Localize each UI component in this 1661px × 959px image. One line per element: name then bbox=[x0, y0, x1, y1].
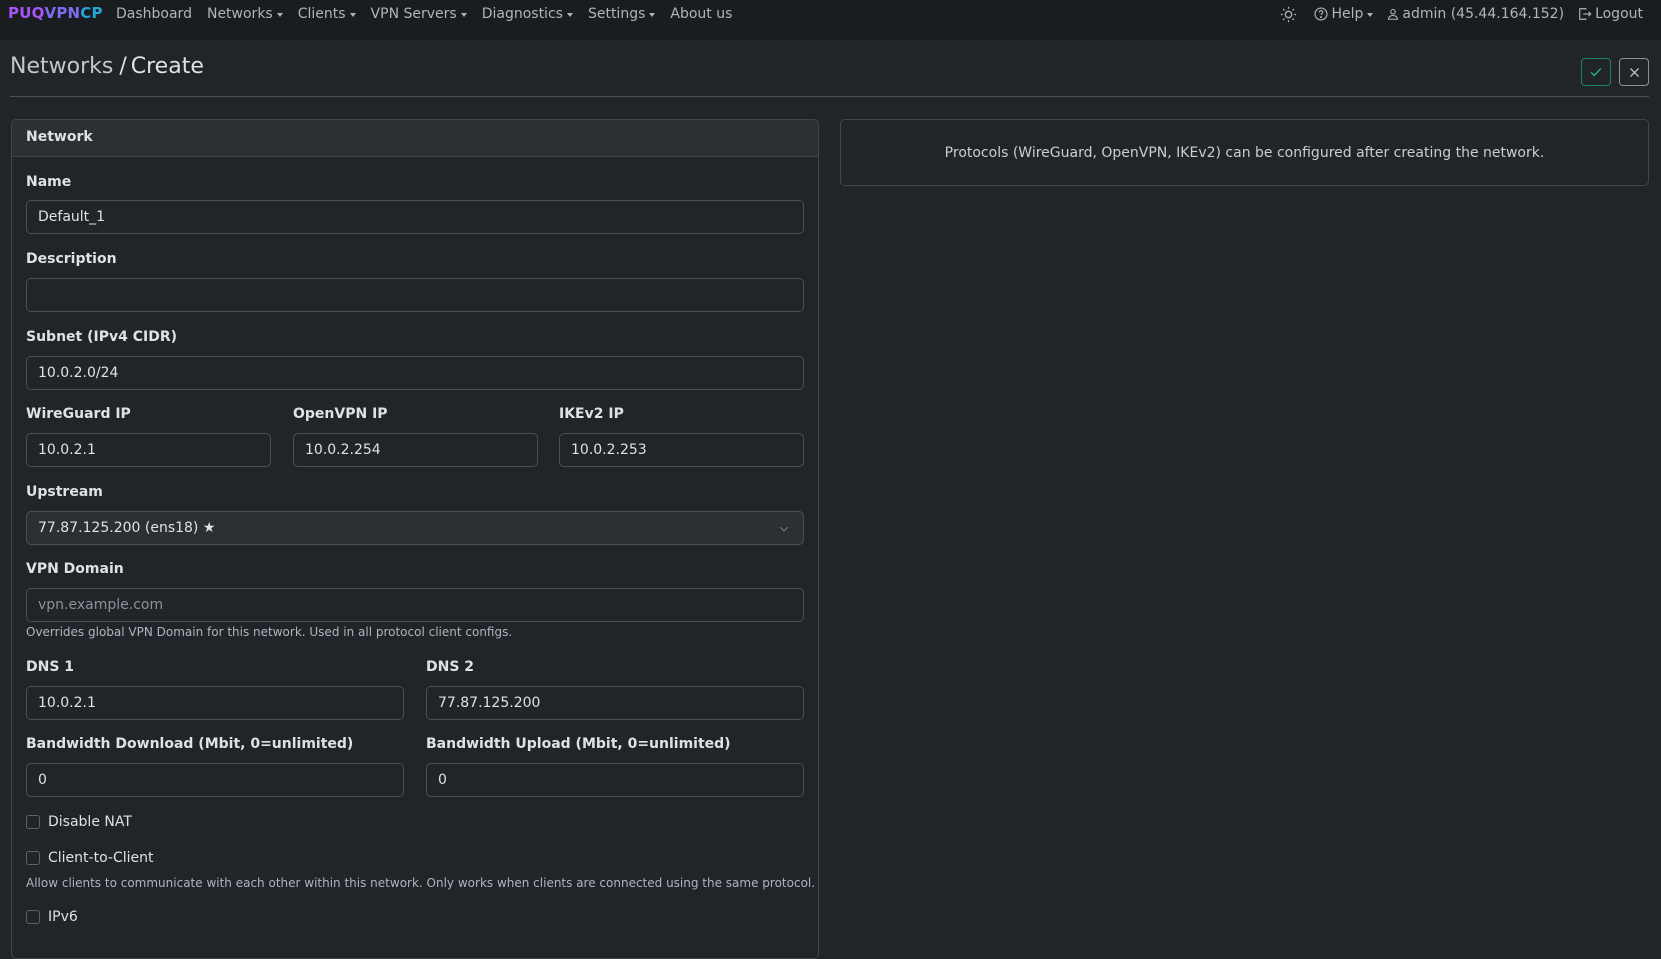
nav-logout[interactable]: Logout bbox=[1578, 6, 1643, 22]
main-nav: Dashboard Networks Clients VPN Servers D… bbox=[116, 0, 747, 28]
check-icon bbox=[1590, 68, 1602, 77]
dns1-label: DNS 1 bbox=[26, 659, 75, 675]
vpn-domain-label: VPN Domain bbox=[26, 561, 124, 577]
bandwidth-download-input[interactable]: 0 bbox=[26, 763, 404, 797]
wireguard-ip-label: WireGuard IP bbox=[26, 406, 131, 422]
disable-nat-checkbox[interactable] bbox=[26, 815, 40, 829]
person-icon bbox=[1388, 8, 1399, 20]
nav-diagnostics[interactable]: Diagnostics bbox=[482, 6, 573, 22]
protocols-info-card: Protocols (WireGuard, OpenVPN, IKEv2) ca… bbox=[840, 119, 1649, 186]
bandwidth-download-label: Bandwidth Download (Mbit, 0=unlimited) bbox=[26, 736, 354, 752]
x-icon bbox=[1629, 67, 1639, 77]
header-divider bbox=[10, 96, 1649, 97]
caret-down-icon bbox=[649, 13, 656, 17]
nav-vpn-servers[interactable]: VPN Servers bbox=[371, 6, 467, 22]
upstream-selected-value: 77.87.125.200 (ens18) ★ bbox=[38, 520, 216, 536]
nav-dashboard-label: Dashboard bbox=[116, 6, 192, 22]
nav-networks-label: Networks bbox=[206, 6, 273, 22]
nav-about-us-label: About us bbox=[670, 6, 733, 22]
breadcrumb-separator: / bbox=[119, 54, 127, 79]
save-button[interactable] bbox=[1581, 58, 1611, 86]
vpn-domain-input[interactable]: vpn.example.com bbox=[26, 588, 804, 622]
nav-logout-label: Logout bbox=[1595, 6, 1643, 22]
bandwidth-upload-input[interactable]: 0 bbox=[426, 763, 804, 797]
top-navbar: PUQVPNCP Dashboard Networks Clients VPN … bbox=[0, 0, 1661, 40]
nav-clients[interactable]: Clients bbox=[298, 6, 356, 22]
nav-about-us[interactable]: About us bbox=[670, 6, 732, 22]
ikev2-ip-label: IKEv2 IP bbox=[559, 406, 624, 422]
caret-down-icon bbox=[460, 13, 467, 17]
nav-settings[interactable]: Settings bbox=[587, 6, 656, 22]
ipv6-label: IPv6 bbox=[48, 909, 78, 925]
protocols-info-text: Protocols (WireGuard, OpenVPN, IKEv2) ca… bbox=[944, 144, 1545, 161]
page-title-text: Create bbox=[130, 54, 204, 79]
question-circle-icon bbox=[1314, 7, 1328, 21]
openvpn-ip-label: OpenVPN IP bbox=[293, 406, 388, 422]
client-to-client-row[interactable]: Client-to-Client bbox=[26, 850, 153, 866]
openvpn-ip-input[interactable]: 10.0.2.254 bbox=[293, 433, 538, 467]
brand-part-vpn: VPN bbox=[44, 4, 81, 22]
user-nav: Help admin (45.44.164.152) Logout bbox=[1266, 0, 1643, 28]
disable-nat-row[interactable]: Disable NAT bbox=[26, 814, 132, 830]
name-label: Name bbox=[26, 174, 72, 190]
brand-part-cp: CP bbox=[80, 4, 103, 22]
dns2-label: DNS 2 bbox=[426, 659, 475, 675]
nav-clients-label: Clients bbox=[297, 6, 346, 22]
nav-user[interactable]: admin (45.44.164.152) bbox=[1387, 6, 1564, 22]
nav-help[interactable]: Help bbox=[1314, 6, 1374, 22]
vpn-domain-help: Overrides global VPN Domain for this net… bbox=[26, 625, 513, 639]
brand-logo[interactable]: PUQVPNCP bbox=[8, 4, 103, 22]
name-input[interactable]: Default_1 bbox=[26, 200, 804, 234]
ipv6-checkbox[interactable] bbox=[26, 910, 40, 924]
subnet-input[interactable]: 10.0.2.0/24 bbox=[26, 356, 804, 390]
nav-diagnostics-label: Diagnostics bbox=[481, 6, 563, 22]
nav-networks[interactable]: Networks bbox=[207, 6, 283, 22]
dns1-input[interactable]: 10.0.2.1 bbox=[26, 686, 404, 720]
upstream-label: Upstream bbox=[26, 484, 103, 500]
client-to-client-help: Allow clients to communicate with each o… bbox=[26, 876, 816, 890]
nav-settings-label: Settings bbox=[587, 6, 646, 22]
dns2-input[interactable]: 77.87.125.200 bbox=[426, 686, 804, 720]
client-to-client-label: Client-to-Client bbox=[48, 850, 154, 866]
ipv6-row[interactable]: IPv6 bbox=[26, 909, 78, 925]
breadcrumb-networks[interactable]: Networks bbox=[10, 54, 113, 79]
disable-nat-label: Disable NAT bbox=[48, 814, 132, 830]
subnet-label: Subnet (IPv4 CIDR) bbox=[26, 329, 177, 345]
nav-vpn-servers-label: VPN Servers bbox=[370, 6, 457, 22]
card-header: Network bbox=[12, 120, 818, 157]
caret-down-icon bbox=[566, 13, 573, 17]
nav-user-label: admin (45.44.164.152) bbox=[1402, 6, 1565, 22]
brand-part-puq: PUQ bbox=[8, 4, 45, 22]
chevron-down-icon bbox=[779, 526, 789, 532]
caret-down-icon bbox=[1367, 13, 1374, 17]
ikev2-ip-input[interactable]: 10.0.2.253 bbox=[559, 433, 804, 467]
bandwidth-upload-label: Bandwidth Upload (Mbit, 0=unlimited) bbox=[426, 736, 731, 752]
nav-dashboard[interactable]: Dashboard bbox=[116, 6, 192, 22]
logout-icon bbox=[1579, 8, 1592, 20]
upstream-select[interactable]: 77.87.125.200 (ens18) ★ bbox=[26, 511, 804, 545]
cancel-button[interactable] bbox=[1619, 58, 1649, 86]
caret-down-icon bbox=[349, 13, 356, 17]
network-form-card: Network Name Default_1 Description Subne… bbox=[11, 119, 819, 959]
wireguard-ip-input[interactable]: 10.0.2.1 bbox=[26, 433, 271, 467]
theme-toggle[interactable] bbox=[1280, 6, 1300, 23]
description-input[interactable] bbox=[26, 278, 804, 312]
description-label: Description bbox=[26, 251, 117, 267]
caret-down-icon bbox=[276, 13, 283, 17]
sun-icon bbox=[1281, 6, 1297, 22]
client-to-client-checkbox[interactable] bbox=[26, 851, 40, 865]
nav-help-label: Help bbox=[1331, 6, 1364, 22]
page-title: Networks / Create bbox=[10, 54, 204, 79]
